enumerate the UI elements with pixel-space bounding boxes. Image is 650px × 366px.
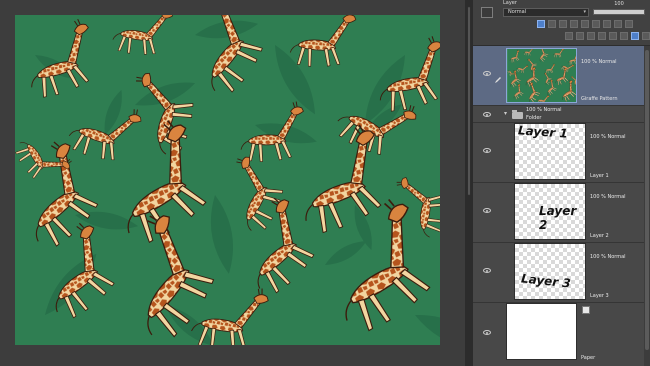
visibility-eye-icon[interactable] xyxy=(483,71,491,76)
folder-icon xyxy=(512,110,523,119)
visibility-eye-icon[interactable] xyxy=(483,330,491,335)
artwork-canvas xyxy=(15,15,440,345)
ruler-icon[interactable] xyxy=(592,20,600,28)
layer-thumbnail-giraffe-pattern xyxy=(506,48,577,103)
workspace-scrollbar[interactable] xyxy=(465,0,473,366)
layer-color-toggle-icon[interactable] xyxy=(631,32,639,40)
layer-props: 100 % Normal xyxy=(590,134,626,140)
canvas-workspace[interactable] xyxy=(0,0,465,366)
giraffe-pattern-artwork[interactable] xyxy=(15,15,440,345)
opacity-value: 100 xyxy=(614,1,624,7)
opacity-slider-fill xyxy=(594,10,644,14)
layer-name: Layer 2 xyxy=(590,233,609,239)
blend-mode-select[interactable]: Normal ▾ xyxy=(503,8,589,17)
layer-toolbar-row-2 xyxy=(565,32,650,41)
blend-mode-value: Normal xyxy=(508,9,527,15)
layer-mask-icon[interactable] xyxy=(609,32,617,40)
clip-layer-icon[interactable] xyxy=(581,20,589,28)
delete-layer-icon[interactable] xyxy=(642,32,650,40)
opacity-slider[interactable] xyxy=(593,9,645,15)
apply-mask-icon[interactable] xyxy=(620,32,628,40)
layer-props: 100 % Normal xyxy=(581,59,617,65)
reference-layer-icon[interactable] xyxy=(537,20,545,28)
layer-row-layer-2[interactable]: Layer 2 100 % Normal Layer 2 xyxy=(473,183,650,243)
lock-transparent-icon[interactable] xyxy=(559,20,567,28)
new-vector-layer-icon[interactable] xyxy=(576,32,584,40)
layer-props: 100 % Normal xyxy=(590,254,626,260)
pattern-thumbnail xyxy=(507,49,576,102)
layer-list: 100 % Normal Giraffe Pattern ▾ 100 % Nor… xyxy=(473,46,650,366)
layer-row-folder[interactable]: ▾ 100 % Normal Folder xyxy=(473,106,650,123)
layer-panel-scrollbar[interactable] xyxy=(644,46,650,366)
layer-toolbar-row-1 xyxy=(537,20,633,29)
layer-thumbnail-layer-3: Layer 3 xyxy=(514,243,586,300)
layer-props: 100 % Normal xyxy=(590,194,626,200)
layer-name: Layer 3 xyxy=(590,293,609,299)
visibility-eye-icon[interactable] xyxy=(483,148,491,153)
workspace-scroll-thumb[interactable] xyxy=(467,6,471,196)
layer-panel: Layer Normal ▾ 100 100 % Normal Giraffe … xyxy=(473,0,650,366)
merge-down-icon[interactable] xyxy=(598,32,606,40)
layer-name: Giraffe Pattern xyxy=(581,96,618,102)
tab-layer[interactable]: Layer xyxy=(503,0,517,7)
layer-color-icon[interactable] xyxy=(481,7,493,18)
pencil-icon xyxy=(494,69,502,83)
layer-3-drawn-text: Layer 3 xyxy=(520,271,572,291)
chevron-down-icon[interactable]: ▾ xyxy=(504,110,507,117)
sample-layer-icon[interactable] xyxy=(548,20,556,28)
layer-name: Paper xyxy=(581,355,596,361)
layer-1-drawn-text: Layer 1 xyxy=(517,123,569,141)
layer-row-paper[interactable]: Paper xyxy=(473,303,650,366)
visibility-eye-icon[interactable] xyxy=(483,208,491,213)
layer-row-giraffe-pattern[interactable]: 100 % Normal Giraffe Pattern xyxy=(473,46,650,106)
layer-2-drawn-text: Layer 2 xyxy=(539,204,577,232)
new-folder-icon[interactable] xyxy=(587,32,595,40)
layer-panel-toolbar: Layer Normal ▾ 100 xyxy=(473,0,650,46)
palette-color-icon[interactable] xyxy=(614,20,622,28)
visibility-eye-icon[interactable] xyxy=(483,268,491,273)
mask-icon[interactable] xyxy=(603,20,611,28)
lock-layer-icon[interactable] xyxy=(570,20,578,28)
visibility-eye-icon[interactable] xyxy=(483,112,491,117)
layer-props: 100 % Normal xyxy=(526,107,562,113)
new-raster-layer-icon[interactable] xyxy=(565,32,573,40)
layer-thumbnail-layer-2: Layer 2 xyxy=(514,183,586,240)
chevron-down-icon: ▾ xyxy=(583,9,586,15)
layer-row-layer-1[interactable]: Layer 1 100 % Normal Layer 1 xyxy=(473,123,650,183)
paper-layer-icon xyxy=(582,306,590,314)
layer-panel-scroll-thumb[interactable] xyxy=(645,50,649,350)
layer-thumbnail-layer-1: Layer 1 xyxy=(514,123,586,180)
menu-icon[interactable] xyxy=(625,20,633,28)
layer-name: Layer 1 xyxy=(590,173,609,179)
layer-row-layer-3[interactable]: Layer 3 100 % Normal Layer 3 xyxy=(473,243,650,303)
layer-thumbnail-paper xyxy=(506,303,577,360)
layer-name: Folder xyxy=(526,115,542,121)
